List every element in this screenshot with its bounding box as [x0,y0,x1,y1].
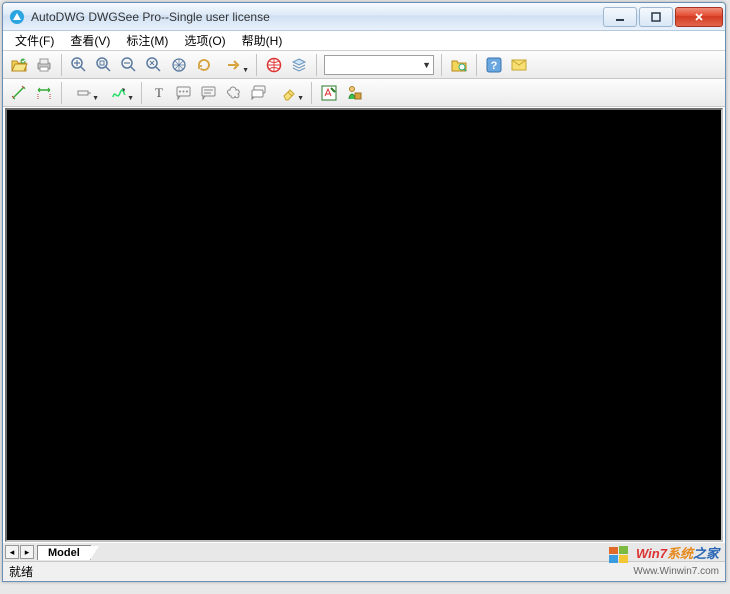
world-button[interactable] [262,53,286,77]
tab-scroll-right[interactable]: ▸ [20,545,34,559]
menu-file[interactable]: 文件(F) [7,30,62,51]
menu-view[interactable]: 查看(V) [62,30,118,51]
zoom-extents-button[interactable] [167,53,191,77]
eraser-button[interactable]: ▼ [272,81,306,105]
separator [441,54,442,76]
window-controls [601,7,723,27]
status-text: 就绪 [9,563,33,580]
zoom-in-button[interactable] [67,53,91,77]
stamp-button[interactable] [317,81,341,105]
zoom-fit-button[interactable] [92,53,116,77]
separator [61,54,62,76]
menu-help[interactable]: 帮助(H) [234,30,291,51]
minimize-button[interactable] [603,7,637,27]
application-window: AutoDWG DWGSee Pro--Single user license … [2,2,726,582]
comments-multi-button[interactable] [247,81,271,105]
mail-button[interactable] [507,53,531,77]
refresh-button[interactable] [192,53,216,77]
toolbar-main: ▼ ▼ ? [3,51,725,79]
tab-model[interactable]: Model [37,545,91,560]
menu-markup[interactable]: 标注(M) [118,30,176,51]
drawing-canvas[interactable] [5,108,723,542]
menu-options[interactable]: 选项(O) [176,30,233,51]
help-button[interactable]: ? [482,53,506,77]
separator [476,54,477,76]
watermark-url: Www.Winwin7.com [608,566,719,577]
tab-scroll-left[interactable]: ◂ [5,545,19,559]
person-bag-button[interactable] [342,81,366,105]
folder-search-button[interactable] [447,53,471,77]
open-button[interactable] [7,53,31,77]
watermark-text-b: 系统 [667,546,693,561]
dropdown-arrow-icon: ▼ [127,95,134,102]
menu-bar: 文件(F) 查看(V) 标注(M) 选项(O) 帮助(H) [3,31,725,51]
forward-button[interactable]: ▼ [217,53,251,77]
layer-combo[interactable]: ▼ [324,55,434,75]
comment-lines-button[interactable] [197,81,221,105]
zoom-window-button[interactable] [142,53,166,77]
zoom-out-button[interactable] [117,53,141,77]
layers-button[interactable] [287,53,311,77]
dropdown-arrow-icon: ▼ [92,95,99,102]
title-bar: AutoDWG DWGSee Pro--Single user license [3,3,725,31]
tab-label: Model [48,547,80,559]
svg-text:T: T [155,85,163,100]
watermark: Win7系统之家 Www.Winwin7.com [608,543,719,577]
cloud-comment-button[interactable] [222,81,246,105]
print-button[interactable] [32,53,56,77]
dim-aligned-button[interactable] [7,81,31,105]
watermark-text-a: Win7 [636,546,667,561]
svg-text:?: ? [491,60,498,72]
toolbar-markup: ▼ ▼ T ▼ [3,79,725,107]
separator [311,82,312,104]
app-icon [9,9,25,25]
comment-dots-button[interactable] [172,81,196,105]
separator [61,82,62,104]
polyline-button[interactable]: ▼ [102,81,136,105]
watermark-text-c: 之家 [693,546,719,561]
close-button[interactable] [675,7,723,27]
dim-continue-button[interactable]: ▼ [67,81,101,105]
separator [141,82,142,104]
window-title: AutoDWG DWGSee Pro--Single user license [31,10,601,24]
dim-linear-button[interactable] [32,81,56,105]
dropdown-arrow-icon: ▼ [297,95,304,102]
text-button[interactable]: T [147,81,171,105]
maximize-button[interactable] [639,7,673,27]
dropdown-arrow-icon: ▼ [422,60,431,70]
dropdown-arrow-icon: ▼ [242,67,249,74]
separator [256,54,257,76]
watermark-logo-icon [608,544,630,566]
separator [316,54,317,76]
